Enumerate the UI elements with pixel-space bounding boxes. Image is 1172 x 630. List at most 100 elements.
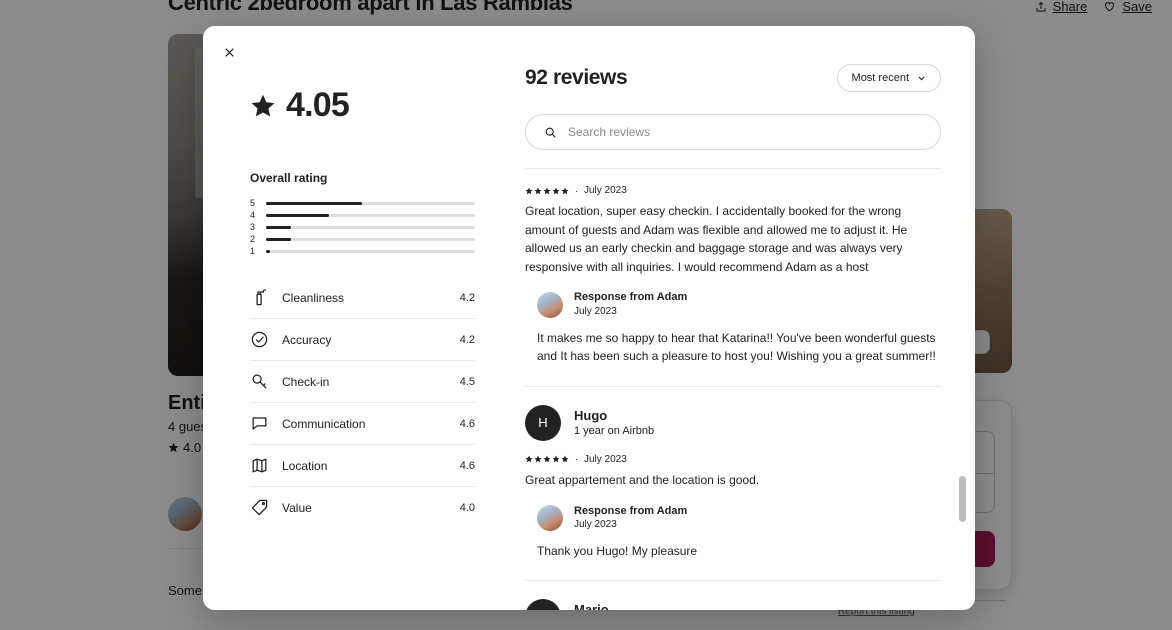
- host-response-date: July 2023: [574, 519, 617, 531]
- rating-category-value: 4.2: [459, 291, 475, 304]
- rating-bar-track: [266, 225, 475, 229]
- rating-bar-track: [266, 213, 475, 217]
- star-icon: [543, 455, 551, 463]
- host-response-text: Thank you Hugo! My pleasure: [537, 543, 698, 558]
- rating-bar-fill: [266, 201, 363, 205]
- search-input[interactable]: [568, 125, 922, 139]
- star-rating: [525, 455, 569, 463]
- reviews-scrollbar[interactable]: [959, 146, 966, 604]
- star-rating: [525, 187, 569, 195]
- close-icon[interactable]: [215, 38, 243, 66]
- overall-score-value: 4.05: [286, 86, 350, 124]
- rating-categories: Cleanliness 4.2 Accuracy 4.2 Check-in 4.5 Comm…: [250, 277, 475, 528]
- map-icon: [252, 458, 267, 473]
- star-icon: [525, 187, 533, 194]
- rating-bar-row: 3: [250, 221, 475, 233]
- star-icon: [552, 187, 560, 194]
- rating-bar-fill: [266, 249, 271, 253]
- host-response: Response from Adam July 2023 Thank you Hug…: [537, 504, 941, 561]
- star-icon: [552, 455, 560, 463]
- host-response: Response from Adam July 2023 It makes me s…: [537, 290, 941, 366]
- star-icon: [543, 187, 551, 194]
- rating-summary-panel: 4.05 Overall rating 5 4 3 2 1 Cleanliness 4.2…: [203, 26, 505, 610]
- rating-bar-track: [266, 249, 475, 253]
- rating-bar-star-count: 5: [250, 198, 256, 208]
- rating-category-value: 4.2: [459, 333, 475, 346]
- rating-distribution: 5 4 3 2 1: [250, 197, 475, 257]
- rating-bar-track: [266, 201, 475, 205]
- sort-dropdown[interactable]: Most recent: [836, 64, 941, 92]
- avatar: M: [525, 599, 561, 610]
- rating-category-label: Accuracy: [282, 332, 332, 347]
- chevron-down-icon: [918, 76, 925, 80]
- key-icon: [252, 374, 267, 389]
- rating-bar-row: 4: [250, 209, 475, 221]
- review-date: July 2023: [584, 453, 627, 465]
- rating-category-value: 4.6: [459, 459, 475, 472]
- search-reviews-box[interactable]: [525, 114, 941, 150]
- rating-category-row: Cleanliness 4.2: [250, 277, 475, 319]
- rating-bar-track: [266, 237, 475, 241]
- review-separator: [525, 580, 941, 582]
- search-icon: [545, 127, 556, 138]
- rating-bar-fill: [266, 213, 329, 217]
- star-icon: [251, 94, 275, 117]
- reviews-count: 92 reviews: [525, 66, 628, 89]
- rating-bar-fill: [266, 237, 292, 241]
- spray-bottle-icon: [256, 288, 266, 306]
- host-response-name: Response from Adam: [574, 504, 688, 517]
- rating-category-label: Communication: [282, 416, 366, 431]
- review-separator: [525, 385, 941, 387]
- overall-score: 4.05: [250, 86, 475, 125]
- rating-category-row: Check-in 4.5: [250, 361, 475, 403]
- overall-rating-label: Overall rating: [250, 171, 328, 185]
- rating-category-label: Cleanliness: [282, 290, 345, 305]
- star-icon: [561, 187, 569, 194]
- host-response-date: July 2023: [574, 306, 617, 318]
- rating-category-value: 4.6: [459, 417, 475, 430]
- tag-icon: [251, 499, 268, 516]
- rating-category-value: 4.5: [459, 375, 475, 388]
- review-meta-separator: ·: [575, 454, 578, 465]
- star-icon: [525, 455, 533, 463]
- rating-bar-row: 5: [250, 197, 475, 209]
- rating-bar-row: 1: [250, 245, 475, 257]
- reviews-divider: [525, 168, 941, 169]
- host-response-name: Response from Adam: [574, 291, 688, 304]
- rating-bar-row: 2: [250, 233, 475, 245]
- host-response-header: Response from Adam July 2023: [537, 290, 941, 318]
- review-text: Great appartement and the location is go…: [525, 472, 760, 487]
- rating-category-value: 4.0: [459, 501, 475, 514]
- review-author: H Hugo 1 year on Airbnb: [525, 404, 941, 441]
- rating-category-label: Location: [282, 458, 328, 473]
- review-meta: · July 2023: [525, 454, 941, 465]
- host-response-header: Response from Adam July 2023: [537, 504, 941, 532]
- review-date: July 2023: [584, 185, 627, 196]
- star-icon: [561, 455, 569, 463]
- check-circle-icon: [251, 331, 268, 348]
- star-icon: [534, 455, 542, 463]
- rating-category-label: Check-in: [282, 374, 330, 389]
- rating-category-row: Value 4.0: [250, 487, 475, 528]
- rating-bar-star-count: 4: [250, 210, 256, 220]
- rating-category-row: Accuracy 4.2: [250, 319, 475, 361]
- close-x-glyph: [224, 47, 234, 57]
- sort-dropdown-label: Most recent: [851, 72, 909, 84]
- reviews-list: · July 2023 Great location, super easy che…: [525, 185, 941, 610]
- review-meta-separator: ·: [575, 185, 578, 196]
- rating-bar-fill: [266, 225, 292, 229]
- review-author-tenure: 1 year on Airbnb: [574, 425, 655, 438]
- avatar: H: [525, 404, 561, 441]
- review-item: MMario2 years on Airbnb·June 2023Regards…: [525, 599, 941, 610]
- review-meta: · July 2023: [525, 185, 941, 196]
- review-author-name: Mario: [574, 602, 609, 610]
- reviews-scrollbar-thumb[interactable]: [959, 476, 966, 522]
- rating-bar-star-count: 1: [250, 246, 256, 256]
- chat-bubble-icon: [252, 417, 267, 430]
- rating-category-label: Value: [282, 500, 312, 515]
- host-response-text: It makes me so happy to hear that Katari…: [537, 330, 936, 364]
- rating-bar-star-count: 2: [250, 234, 256, 244]
- rating-category-row: Location 4.6: [250, 445, 475, 487]
- rating-category-row: Communication 4.6: [250, 403, 475, 445]
- host-avatar: [537, 504, 563, 531]
